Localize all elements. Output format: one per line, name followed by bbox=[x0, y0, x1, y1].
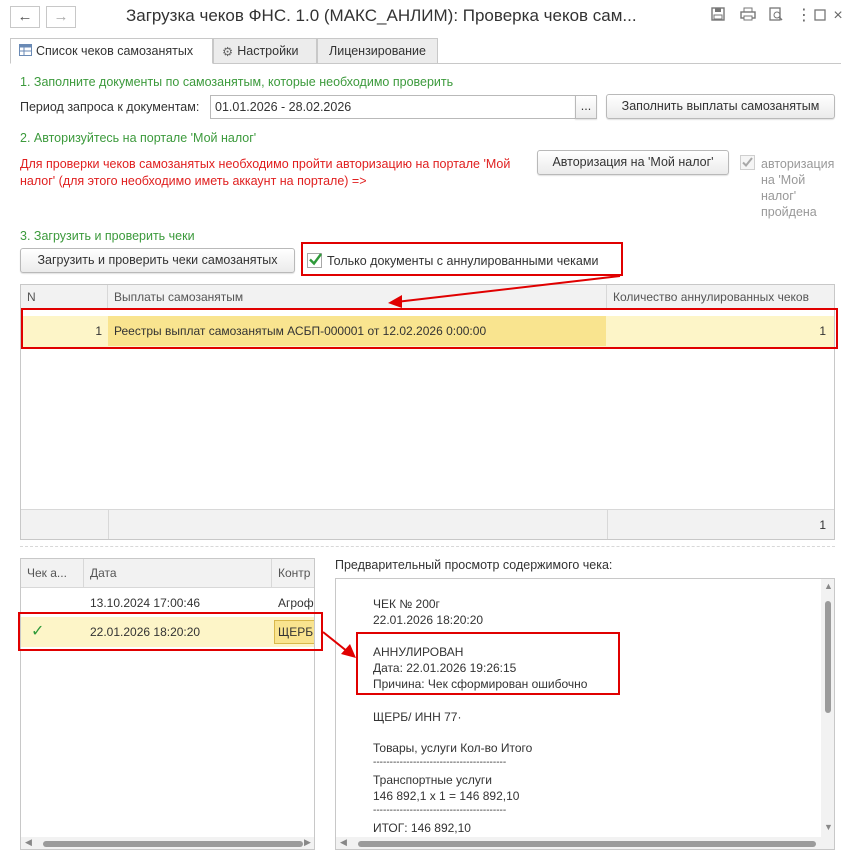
step2-heading: 2. Авторизуйтесь на портале 'Мой налог' bbox=[20, 131, 257, 145]
auth-done-line: на 'Мой bbox=[761, 173, 806, 187]
table-icon bbox=[19, 44, 32, 59]
preview-line: ИТОГ: 146 892,10 bbox=[373, 821, 471, 835]
window-title: Загрузка чеков ФНС. 1.0 (МАКС_АНЛИМ): Пр… bbox=[126, 6, 637, 25]
col-header-contractor[interactable]: Контр bbox=[272, 559, 314, 588]
print-icon[interactable] bbox=[739, 7, 757, 25]
auth-done-label: авторизация на 'Мой налог' пройдена bbox=[761, 156, 834, 220]
auth-warning-line: налог' (для этого необходимо иметь аккау… bbox=[20, 174, 367, 188]
auth-done-line: авторизация bbox=[761, 157, 835, 171]
col-header-annulled[interactable]: Чек а... bbox=[21, 559, 84, 588]
fill-payments-button[interactable]: Заполнить выплаты самозанятым bbox=[606, 94, 835, 119]
close-icon[interactable]: × bbox=[829, 7, 847, 25]
preview-line: ЧЕК № 200г bbox=[373, 597, 440, 611]
back-arrow-icon: ← bbox=[17, 8, 33, 25]
gear-icon: ⚙ bbox=[222, 45, 234, 60]
scroll-left-icon[interactable]: ◀ bbox=[25, 837, 32, 848]
period-label: Период запроса к документам: bbox=[20, 100, 200, 114]
step1-heading: 1. Заполните документы по самозанятым, к… bbox=[20, 75, 454, 89]
preview-line: 146 892,1 x 1 = 146 892,10 bbox=[373, 789, 520, 803]
horizontal-scrollbar[interactable]: ◀ ▶ bbox=[21, 837, 314, 849]
annotation-box bbox=[356, 632, 620, 695]
tab-licensing-label: Лицензирование bbox=[329, 44, 426, 58]
annotation-arrow bbox=[322, 631, 356, 658]
annotation-arrow bbox=[388, 275, 621, 308]
scroll-up-icon[interactable]: ▲ bbox=[824, 581, 833, 591]
preview-line: Товары, услуги Кол-во Итого bbox=[373, 741, 533, 755]
save-icon[interactable] bbox=[709, 7, 727, 25]
col-header-n[interactable]: N bbox=[21, 285, 108, 309]
scroll-thumb[interactable] bbox=[825, 601, 831, 713]
auth-warning-line: Для проверки чеков самозанятых необходим… bbox=[20, 157, 511, 171]
forward-arrow-icon: → bbox=[53, 8, 69, 25]
scroll-left-icon[interactable]: ◀ bbox=[340, 837, 347, 848]
forward-button[interactable]: → bbox=[46, 6, 76, 28]
preview-line: Транспортные услуги bbox=[373, 773, 492, 787]
preview-box: ЧЕК № 200г 22.01.2026 18:20:20 АННУЛИРОВ… bbox=[335, 578, 835, 850]
annotation-box bbox=[301, 242, 623, 276]
preview-icon[interactable] bbox=[767, 7, 785, 25]
tab-licensing[interactable]: Лицензирование bbox=[317, 38, 438, 64]
auth-done-line: налог' bbox=[761, 189, 797, 203]
horizontal-scrollbar[interactable]: ◀ bbox=[336, 837, 834, 849]
section-divider bbox=[20, 546, 835, 547]
checks-table: Чек а... Дата Контр 13.10.2024 17:00:46 … bbox=[20, 558, 315, 850]
auth-done-checkbox bbox=[740, 155, 755, 170]
annotation-box bbox=[18, 612, 323, 651]
preview-line: ЩЕРБ/ ИНН 77· bbox=[373, 710, 462, 724]
period-select-button[interactable]: ... bbox=[575, 95, 597, 119]
preview-line: ---------------------------------------- bbox=[373, 805, 507, 816]
tab-checks-list[interactable]: Список чеков самозанятых bbox=[10, 38, 213, 64]
step3-heading: 3. Загрузить и проверить чеки bbox=[20, 229, 195, 243]
scroll-down-icon[interactable]: ▼ bbox=[824, 822, 833, 832]
preview-line: ---------------------------------------- bbox=[373, 757, 507, 768]
tab-settings[interactable]: ⚙ Настройки bbox=[213, 38, 317, 64]
table-header: Чек а... Дата Контр bbox=[21, 559, 314, 588]
scroll-thumb[interactable] bbox=[43, 841, 303, 847]
auth-warning-text: Для проверки чеков самозанятых необходим… bbox=[20, 156, 510, 190]
auth-done-line: пройдена bbox=[761, 205, 817, 219]
scroll-thumb[interactable] bbox=[358, 841, 816, 847]
preview-line: 22.01.2026 18:20:20 bbox=[373, 613, 484, 627]
scroll-right-icon[interactable]: ▶ bbox=[304, 837, 311, 848]
col-header-date[interactable]: Дата bbox=[84, 559, 272, 588]
load-check-button[interactable]: Загрузить и проверить чеки самозанятых bbox=[20, 248, 295, 273]
auth-mynalog-button[interactable]: Авторизация на 'Мой налог' bbox=[537, 150, 729, 175]
maximize-icon[interactable] bbox=[811, 7, 829, 25]
preview-label: Предварительный просмотр содержимого чек… bbox=[335, 558, 613, 572]
back-button[interactable]: ← bbox=[10, 6, 40, 28]
period-input[interactable]: 01.01.2026 - 28.02.2026 bbox=[210, 95, 576, 119]
table-footer: 1 bbox=[21, 509, 834, 539]
footer-total: 1 bbox=[819, 518, 826, 532]
col-header-annulled-count[interactable]: Количество аннулированных чеков bbox=[607, 285, 834, 309]
tab-checks-list-label: Список чеков самозанятых bbox=[36, 44, 194, 58]
annotation-box bbox=[21, 308, 838, 349]
tab-settings-label: Настройки bbox=[237, 44, 299, 58]
vertical-scrollbar[interactable]: ▲ ▼ bbox=[821, 579, 834, 837]
